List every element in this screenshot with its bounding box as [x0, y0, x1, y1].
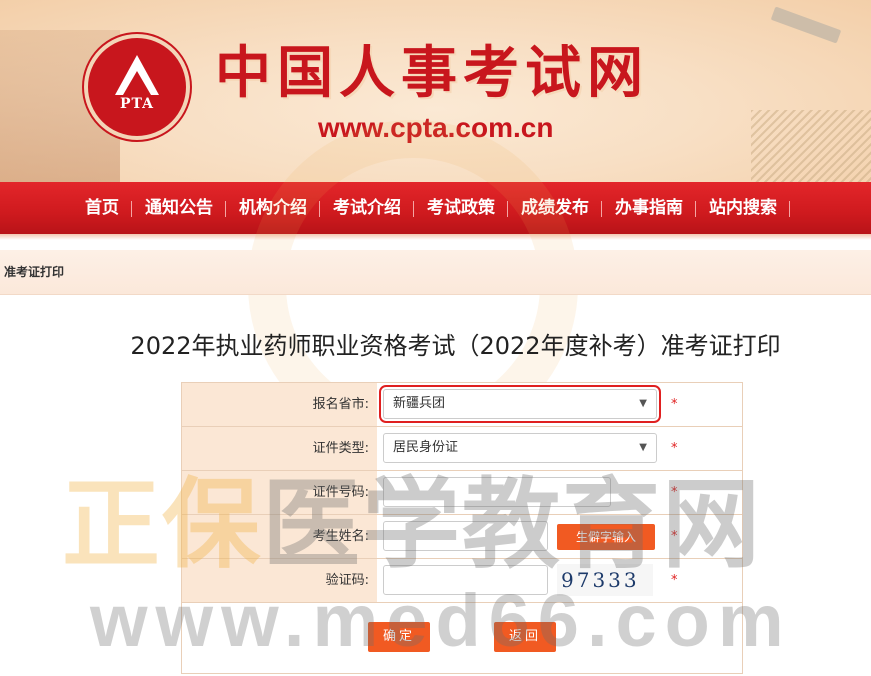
- nav-item-notices[interactable]: 通知公告: [132, 182, 226, 234]
- form-row-province: 报名省市: 新疆兵团 ▼ *: [182, 383, 742, 427]
- required-mark: *: [671, 529, 678, 544]
- id-type-label: 证件类型:: [182, 427, 377, 470]
- form-row-captcha: 验证码: 97333 *: [182, 559, 742, 603]
- required-mark: *: [671, 441, 678, 456]
- id-type-value: 居民身份证: [393, 440, 459, 455]
- name-input[interactable]: [383, 521, 548, 551]
- name-label: 考生姓名:: [182, 515, 377, 558]
- nav-item-exams[interactable]: 考试介绍: [320, 182, 414, 234]
- nav-item-search[interactable]: 站内搜索: [696, 182, 790, 234]
- pta-logo[interactable]: PTA: [84, 34, 190, 140]
- breadcrumb-current: 准考证打印: [4, 265, 65, 279]
- province-value: 新疆兵团: [393, 396, 446, 411]
- captcha-input[interactable]: [383, 565, 548, 595]
- confirm-button[interactable]: 确定: [368, 622, 430, 652]
- satellite-decoration: [770, 6, 842, 44]
- form-row-id-number: 证件号码: *: [182, 471, 742, 515]
- page-title: 2022年执业药师职业资格考试（2022年度补考）准考证打印: [130, 332, 781, 360]
- required-mark: *: [671, 485, 678, 500]
- province-select[interactable]: 新疆兵团 ▼: [379, 385, 661, 423]
- nav-item-guide[interactable]: 办事指南: [602, 182, 696, 234]
- rare-char-button[interactable]: 生僻字输入: [557, 524, 655, 550]
- breadcrumb: 准考证打印: [0, 250, 871, 295]
- dropdown-arrow-icon: ▼: [639, 398, 647, 409]
- nav-item-home[interactable]: 首页: [72, 182, 132, 234]
- back-button[interactable]: 返回: [494, 622, 556, 652]
- site-title: 中国人事考试网: [215, 41, 649, 106]
- captcha-label: 验证码:: [182, 559, 377, 602]
- form-row-actions: 确定 返回: [182, 603, 742, 673]
- dropdown-arrow-icon: ▼: [639, 442, 647, 453]
- id-number-input[interactable]: [383, 477, 611, 507]
- nav-item-about[interactable]: 机构介绍: [226, 182, 320, 234]
- stadium-decoration: [751, 110, 871, 182]
- header-banner: PTA 中国人事考试网 www.cpta.com.cn: [0, 0, 871, 182]
- captcha-image[interactable]: 97333: [557, 564, 653, 596]
- id-number-label: 证件号码:: [182, 471, 377, 514]
- form-row-id-type: 证件类型: 居民身份证 ▼ *: [182, 427, 742, 471]
- province-label: 报名省市:: [182, 383, 377, 426]
- required-mark: *: [671, 397, 678, 412]
- form-row-name: 考生姓名: 生僻字输入 *: [182, 515, 742, 559]
- nav-item-scores[interactable]: 成绩发布: [508, 182, 602, 234]
- admission-ticket-form: 报名省市: 新疆兵团 ▼ * 证件类型: 居民身份证 ▼ * 证件号码: * 考…: [181, 382, 743, 674]
- site-url: www.cpta.com.cn: [318, 112, 554, 143]
- logo-text: PTA: [119, 96, 155, 112]
- required-mark: *: [671, 573, 678, 588]
- main-nav: 首页 通知公告 机构介绍 考试介绍 考试政策 成绩发布 办事指南 站内搜索: [0, 182, 871, 234]
- nav-item-policy[interactable]: 考试政策: [414, 182, 508, 234]
- id-type-select[interactable]: 居民身份证 ▼: [383, 433, 657, 463]
